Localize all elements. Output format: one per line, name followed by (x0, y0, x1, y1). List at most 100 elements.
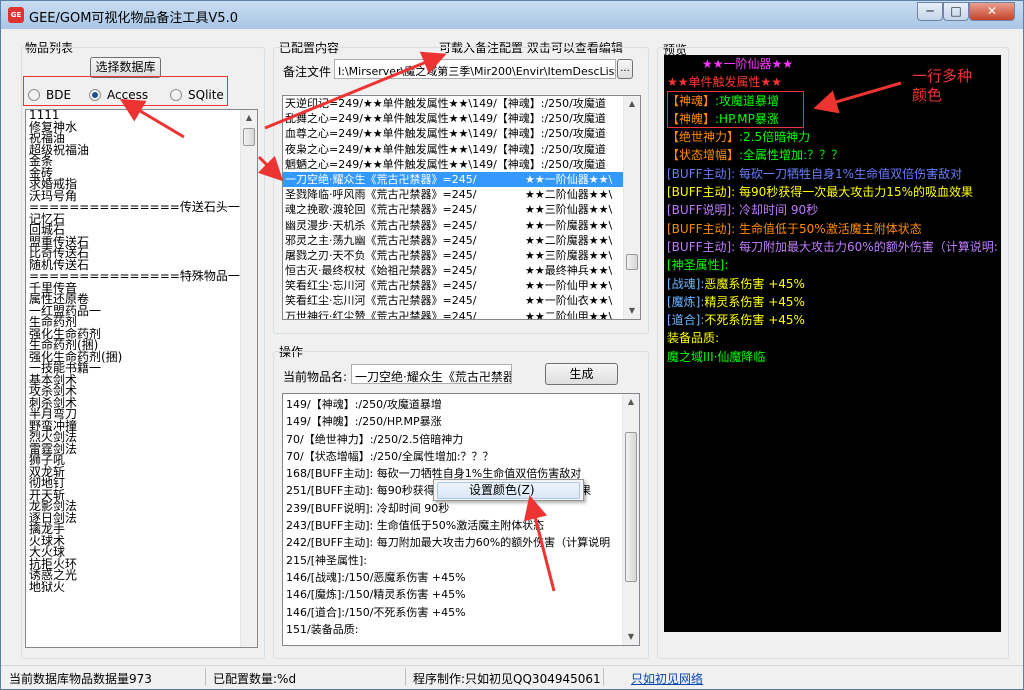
config-list-row[interactable]: 魍魉之心=249/★★单件触发属性★★\149/【神魂】:/250/攻魔道 (283, 157, 640, 172)
config-list-row[interactable]: 天逆印记=249/★★单件触发属性★★\149/【神魂】:/250/攻魔道 (283, 96, 640, 111)
status-website-link[interactable]: 只如初见网络 (631, 670, 703, 687)
generate-button[interactable]: 生成 (545, 363, 618, 385)
config-list-row[interactable]: 幽灵漫步·天机杀《荒古卍禁器》=245/ ★★一阶魔器★★\ (283, 218, 640, 233)
status-separator (405, 668, 406, 686)
context-menu: 设置颜色(Z) (433, 479, 584, 501)
config-list-row[interactable]: 魂之挽歌·渡轮回《荒古卍禁器》=245/ ★★三阶仙器★★\ (283, 202, 640, 217)
app-icon: GE (8, 7, 24, 23)
preview-line: [魔炼]:精灵系伤害 +45% (664, 293, 1001, 311)
operation-textarea[interactable]: 149/【神魂】:/250/攻魔道暴增 149/【神魄】:/250/HP.MP暴涨… (282, 393, 640, 646)
preview-line: 装备品质: (667, 331, 720, 346)
config-list-row[interactable]: 笑看红尘·忘川河《荒古卍禁器》=245/ ★★一阶仙衣★★\ (283, 293, 640, 308)
config-scroll-down-icon[interactable]: ▼ (624, 303, 640, 319)
config-row-text: 乱舞之心=249/★★单件触发属性★★\149/【神魂】:/250/攻魔道 (285, 112, 606, 126)
preview-line: [BUFF主动]: 每90秒获得一次最大攻击力15%的吸血效果 (667, 185, 973, 200)
operation-line: 149/【神魄】:/250/HP.MP暴涨 (286, 415, 442, 429)
scroll-thumb[interactable] (243, 128, 255, 146)
item-list-row[interactable]: 金条 (26, 155, 257, 168)
config-row-text: 夜枭之心=249/★★单件触发属性★★\149/【神魂】:/250/攻魔道 (285, 142, 606, 156)
main-window: GE GEE/GOM可视化物品备注工具V5.0 ─ □ ✕ 物品列表 选择数据库… (0, 0, 1024, 690)
config-list-row[interactable]: 万世神行·红尘赞《荒古卍禁器》=245/ ★★二阶仙甲★★\ (283, 309, 640, 320)
config-row-text: 魂之挽歌·渡轮回《荒古卍禁器》=245/ (285, 203, 477, 217)
config-list-row[interactable]: 屠戮之刃·天不负《荒古卍禁器》=245/ ★★三阶魔器★★\ (283, 248, 640, 263)
preview-line-segment: 【状态增幅】 (667, 148, 740, 163)
preview-line-segment: [道合]: (667, 313, 705, 328)
config-row-grade: ★★一阶仙器★★\ (525, 172, 613, 186)
operation-line: 70/【状态增幅】:/250/全属性增加:？？？ (286, 449, 494, 463)
preview-line: [道合]:不死系伤害 +45% (664, 311, 1001, 329)
preview-line-segment: 恶魔系伤害 +45% (704, 276, 805, 291)
config-list-row[interactable]: 血尊之心=249/★★单件触发属性★★\149/【神魂】:/250/攻魔道 (283, 126, 640, 141)
config-list-row[interactable]: 邪灵之主·荡九幽《荒古卍禁器》=245/ ★★二阶魔器★★\ (283, 233, 640, 248)
operation-scroll-up-icon[interactable]: ▲ (623, 394, 639, 410)
config-list-row[interactable]: 圣戮降临·呼风雨《荒古卍禁器》=245/ ★★二阶仙器★★\ (283, 187, 640, 202)
item-listbox[interactable]: 1111 修复神水 祝福油 超级祝福油 金条 金砖 求婚戒指 沃玛号角 ============… (25, 109, 258, 648)
operation-line: 151/装备品质: (286, 622, 359, 636)
annotation-box-multicolor (667, 91, 804, 128)
config-listbox[interactable]: 天逆印记=249/★★单件触发属性★★\149/【神魂】:/250/攻魔道 乱舞之… (282, 95, 641, 320)
preview-line-segment: :全属性增加:？？？ (739, 148, 844, 163)
scroll-up-icon[interactable]: ▲ (241, 110, 257, 126)
preview-canvas: ★★一阶仙器★★ ★★单件触发属性★★ 【神魂】:攻魔道暴增 【神魄】:HP.MP暴涨… (664, 55, 1001, 632)
config-row-grade: ★★一阶仙衣★★\ (525, 294, 613, 308)
config-row-text: 万世神行·红尘赞《荒古卍禁器》=245/ (285, 309, 477, 320)
config-row-text: 魍魉之心=249/★★单件触发属性★★\149/【神魂】:/250/攻魔道 (285, 157, 606, 171)
preview-line: [战魂]:恶魔系伤害 +45% (664, 275, 1001, 293)
operation-line: 70/【绝世神力】:/250/2.5倍暗神力 (286, 432, 464, 446)
config-list-row[interactable]: 笑看红尘·忘川河《荒古卍禁器》=245/ ★★一阶仙甲★★\ (283, 278, 640, 293)
file-label: 备注文件 (283, 65, 332, 79)
config-list-row[interactable]: 乱舞之心=249/★★单件触发属性★★\149/【神魂】:/250/攻魔道 (283, 111, 640, 126)
operation-line: 243/[BUFF主动]: 生命值低于50%激活魔主附体状态 (286, 519, 545, 533)
operation-line: 149/【神魂】:/250/攻魔道暴增 (286, 398, 442, 411)
operation-line: 146/[战魂]:/150/恶魔系伤害 +45% (286, 570, 466, 584)
config-list-row[interactable]: 一刀空绝·耀众生《荒古卍禁器》=245/ ★★一阶仙器★★\ (283, 171, 640, 188)
current-item-field[interactable]: 一刀空绝·耀众生《荒古卍禁器 (351, 364, 512, 384)
set-color-menu-item[interactable]: 设置颜色(Z) (437, 482, 580, 499)
preview-line: 【状态增幅】:全属性增加:？？？ (664, 146, 1001, 164)
config-row-grade: ★★一阶魔器★★\ (525, 218, 613, 232)
close-button[interactable]: ✕ (969, 2, 1015, 21)
status-separator (603, 668, 604, 686)
config-row-grade: ★★二阶魔器★★\ (525, 233, 613, 247)
config-row-grade: ★★二阶仙器★★\ (525, 188, 613, 202)
status-db-count: 当前数据库物品数据量973 (9, 672, 152, 686)
config-list-scrollbar[interactable]: ▲ ▼ (623, 96, 640, 319)
config-scroll-thumb[interactable] (626, 254, 638, 270)
minimize-icon: ─ (926, 4, 934, 18)
status-bar: 当前数据库物品数据量973 已配置数量:%d 程序制作:只如初见QQ304945… (1, 665, 1023, 689)
config-row-text: 笑看红尘·忘川河《荒古卍禁器》=245/ (285, 294, 477, 308)
operation-line: 215/[神圣属性]: (286, 553, 367, 567)
maximize-icon: □ (950, 4, 962, 18)
config-list-row[interactable]: 恒古灭·最终权杖《始祖卍禁器》=245/ ★★最终神兵★★\ (283, 263, 640, 278)
item-list-row[interactable]: 超级祝福油 (26, 144, 257, 157)
preview-line: [BUFF主动]: 生命值低于50%激活魔主附体状态 (667, 221, 922, 236)
operation-line: 242/[BUFF主动]: 每刀附加最大攻击力60%的额外伤害（计算说明 (286, 536, 611, 550)
config-row-text: 天逆印记=249/★★单件触发属性★★\149/【神魂】:/250/攻魔道 (285, 97, 606, 110)
file-path-field[interactable]: I:\Mirserver\魔之域第三季\Mir200\Envir\ItemDes… (334, 59, 616, 79)
preview-line: [神圣属性]: (667, 258, 729, 273)
operation-scrollbar[interactable]: ▲ ▼ (622, 394, 639, 645)
maximize-button[interactable]: □ (943, 2, 969, 21)
config-row-grade: ★★最终神兵★★\ (525, 264, 613, 278)
browse-button[interactable]: ... (617, 59, 633, 79)
preview-line: [BUFF主动]: 每刀附加最大攻击力60%的额外伤害（计算说明: (667, 239, 998, 254)
config-list-row[interactable]: 夜枭之心=249/★★单件触发属性★★\149/【神魂】:/250/攻魔道 (283, 142, 640, 157)
operation-line: 146/[道合]:/150/不死系伤害 +45% (286, 605, 466, 619)
config-scroll-up-icon[interactable]: ▲ (624, 96, 640, 112)
config-row-grade: ★★三阶仙器★★\ (525, 203, 613, 217)
config-row-text: 笑看红尘·忘川河《荒古卍禁器》=245/ (285, 279, 477, 293)
preview-line-segment: 【绝世神力】 (667, 130, 740, 145)
annotation-text-line2: 颜色 (912, 86, 943, 104)
preview-line-segment: [战魂]: (667, 276, 705, 291)
operation-scroll-thumb[interactable] (625, 432, 637, 582)
item-list-row[interactable]: 地狱火 (26, 581, 257, 594)
select-database-button[interactable]: 选择数据库 (90, 57, 161, 78)
minimize-button[interactable]: ─ (917, 2, 943, 21)
config-row-text: 一刀空绝·耀众生《荒古卍禁器》=245/ (285, 172, 477, 186)
operation-scroll-down-icon[interactable]: ▼ (623, 629, 639, 645)
preview-line-segment: [魔炼]: (667, 294, 705, 309)
item-list-scrollbar[interactable]: ▲ (240, 110, 257, 647)
title-bar[interactable]: GE GEE/GOM可视化物品备注工具V5.0 ─ □ ✕ (1, 1, 1023, 29)
config-row-text: 屠戮之刃·天不负《荒古卍禁器》=245/ (285, 248, 477, 262)
window-title: GEE/GOM可视化物品备注工具V5.0 (29, 11, 238, 26)
